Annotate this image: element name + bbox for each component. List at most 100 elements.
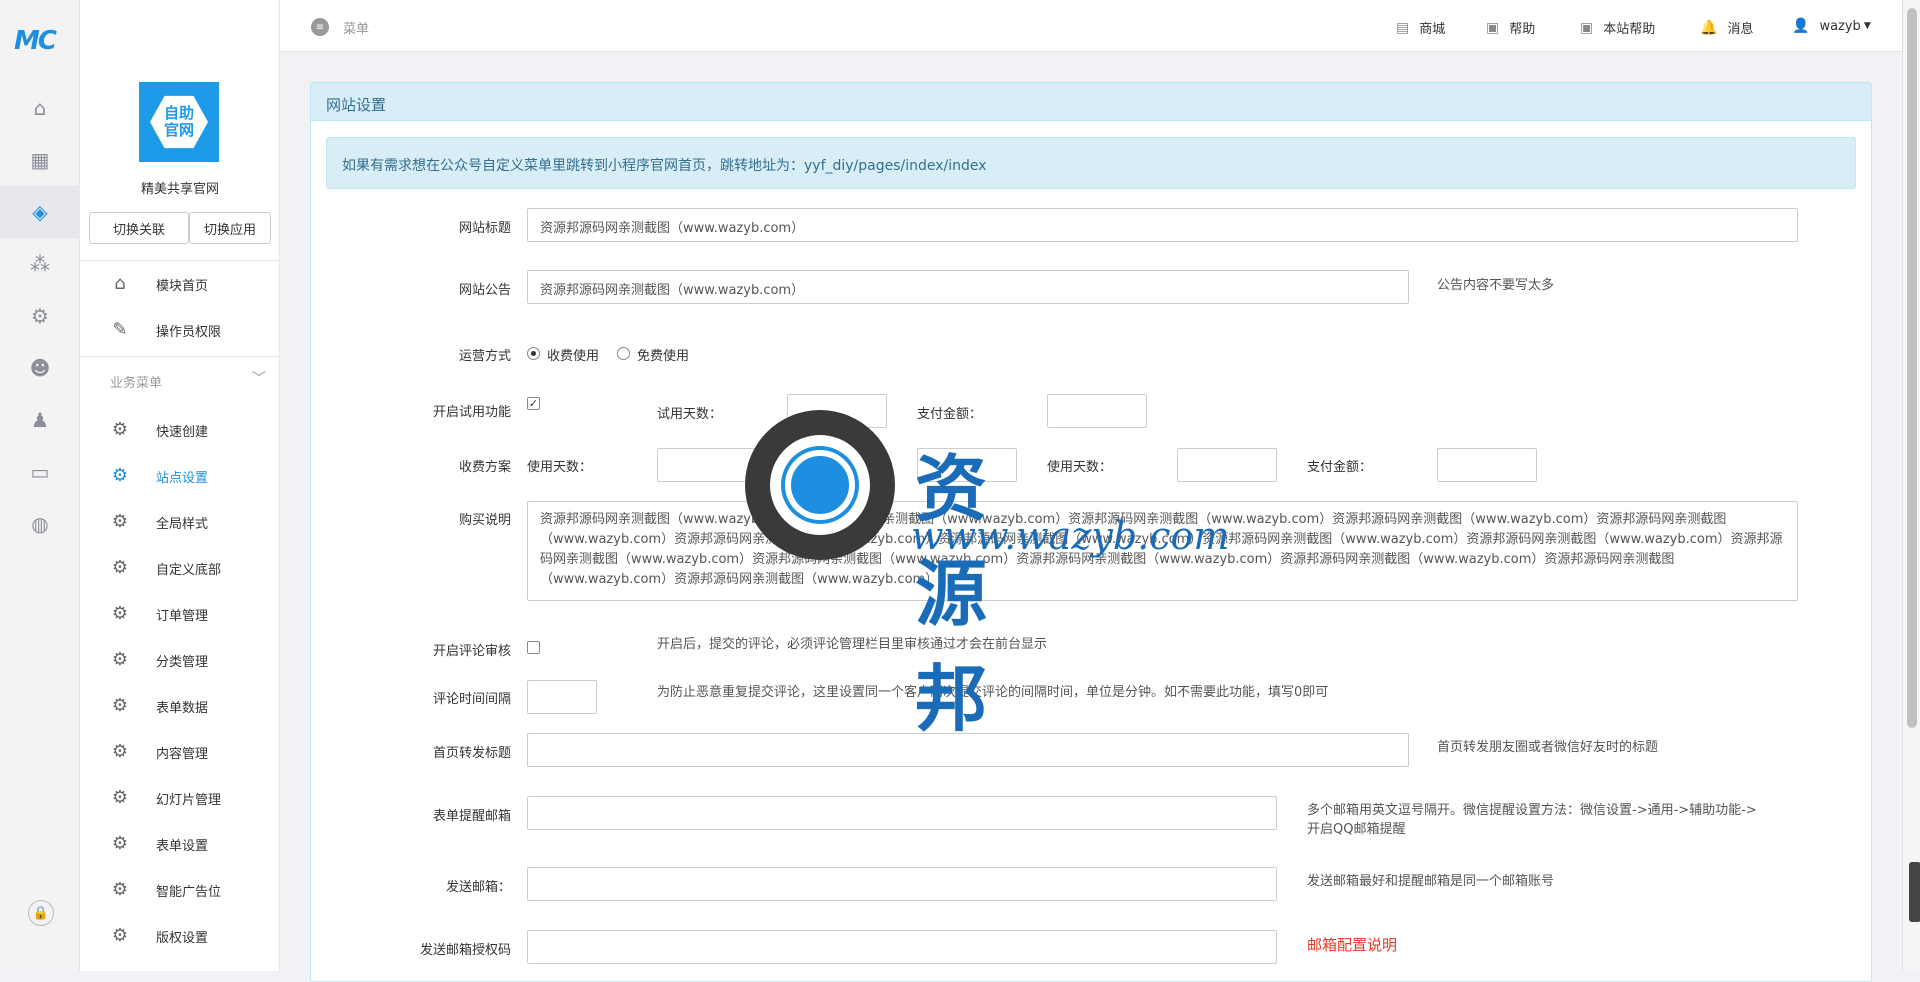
gear-icon: ⚙ <box>111 465 129 486</box>
send-mail-input[interactable] <box>527 867 1277 901</box>
app-logo-text: 自助官网 <box>150 95 208 149</box>
gear-icon: ⚙ <box>111 833 129 854</box>
sidebar-item-label: 自定义底部 <box>156 562 222 578</box>
switch-relation-button[interactable]: 切换关联 <box>89 212 189 244</box>
sidebar-item-site-settings[interactable]: ⚙ 站点设置 <box>80 456 280 496</box>
notice-label: 网站公告 <box>458 283 511 298</box>
sidebar-item-label: 订单管理 <box>156 608 209 624</box>
watermark-url: www.wazyb.com <box>911 514 1230 558</box>
monitor-icon[interactable]: ▭ <box>0 446 80 498</box>
page-scrollbar[interactable] <box>1902 0 1920 971</box>
help-link[interactable]: ▣ 帮助 <box>1486 18 1535 38</box>
chevron-down-icon[interactable]: ﹀ <box>252 368 266 388</box>
sidebar-item-custom-footer[interactable]: ⚙ 自定义底部 <box>80 548 280 588</box>
sidebar-item-orders[interactable]: ⚙ 订单管理 <box>80 594 280 634</box>
users-icon[interactable]: ☻ <box>0 342 80 394</box>
notice-hint: 公告内容不要写太多 <box>1437 278 1555 293</box>
divider <box>80 356 280 357</box>
settings-icon[interactable]: ⚙ <box>0 290 80 342</box>
user-menu[interactable]: 👤 wazyb ▼ <box>1792 18 1871 34</box>
share-title-hint: 首页转发朋友圈或者微信好友时的标题 <box>1437 740 1659 755</box>
sidebar-item-module-home[interactable]: ⌂ 模块首页 <box>80 264 280 304</box>
doc-edit-icon: ✎ <box>112 319 128 340</box>
gear-icon: ⚙ <box>111 419 129 440</box>
sidebar-item-categories[interactable]: ⚙ 分类管理 <box>80 640 280 680</box>
notice-input[interactable]: 资源邦源码网亲测截图（www.wazyb.com） <box>527 270 1409 304</box>
sidebar-item-global-style[interactable]: ⚙ 全局样式 <box>80 502 280 542</box>
send-mail-label: 发送邮箱： <box>445 880 511 895</box>
trial-pay-label: 支付金额： <box>917 407 983 422</box>
site-help-link[interactable]: ▣ 本站帮助 <box>1580 18 1656 38</box>
gear-icon: ⚙ <box>111 879 129 900</box>
sidebar-item-quick-create[interactable]: ⚙ 快速创建 <box>80 410 280 450</box>
sidebar-item-label: 幻灯片管理 <box>156 792 222 808</box>
mode-free-radio[interactable] <box>617 347 630 360</box>
mode-free-label: 免费使用 <box>637 349 690 364</box>
form-mail-hint: 多个邮箱用英文逗号隔开。微信提醒设置方法：微信设置->通用->辅助功能-> <box>1307 803 1757 818</box>
send-mail-hint: 发送邮箱最好和提醒邮箱是同一个邮箱账号 <box>1307 874 1555 889</box>
bell-icon: 🔔 <box>1700 19 1718 36</box>
sidebar-item-label: 内容管理 <box>156 746 209 762</box>
auth-code-input[interactable] <box>527 930 1277 964</box>
plan-use-days-input-2[interactable] <box>1177 448 1277 482</box>
store-link[interactable]: ▤ 商城 <box>1396 18 1445 38</box>
apps-icon[interactable]: ▦ <box>0 134 80 186</box>
sidebar-item-operator-permissions[interactable]: ✎ 操作员权限 <box>80 310 280 350</box>
sidebar-item-label: 操作员权限 <box>156 324 222 340</box>
sidebar-item-label: 版权设置 <box>156 930 209 946</box>
side-handle[interactable] <box>1909 862 1920 922</box>
cube-icon[interactable]: ◈ <box>0 186 80 238</box>
interval-label: 评论时间间隔 <box>432 692 511 707</box>
gear-icon: ⚙ <box>111 603 129 624</box>
brand-logo[interactable]: MC <box>14 26 57 56</box>
site-title-label: 网站标题 <box>458 221 511 236</box>
menu-icon[interactable]: ≡ <box>311 18 329 36</box>
lock-icon[interactable]: 🔒 <box>28 900 54 926</box>
admin-icon[interactable]: ♟ <box>0 394 80 446</box>
sidebar-item-form-data[interactable]: ⚙ 表单数据 <box>80 686 280 726</box>
gear-icon: ⚙ <box>111 925 129 946</box>
info-alert: 如果有需求想在公众号自定义菜单里跳转到小程序官网首页，跳转地址为：yyf_diy… <box>326 137 1856 189</box>
sidebar-item-slides[interactable]: ⚙ 幻灯片管理 <box>80 778 280 818</box>
globe-icon[interactable]: ◍ <box>0 498 80 550</box>
site-title-input[interactable]: 资源邦源码网亲测截图（www.wazyb.com） <box>527 208 1798 242</box>
sidebar-item-label: 模块首页 <box>156 278 209 294</box>
divider <box>80 260 280 261</box>
form-mail-label: 表单提醒邮箱 <box>432 809 511 824</box>
app-logo: 自助官网 <box>139 82 219 162</box>
mail-config-link[interactable]: 邮箱配置说明 <box>1307 934 1397 955</box>
menu-label[interactable]: 菜单 <box>343 18 369 37</box>
form-mail-input[interactable] <box>527 796 1277 830</box>
gear-icon: ⚙ <box>111 557 129 578</box>
user-icon: 👤 <box>1792 18 1810 34</box>
sidebar-item-content[interactable]: ⚙ 内容管理 <box>80 732 280 772</box>
watermark-gear-icon <box>745 410 895 560</box>
sidebar-item-ad-slots[interactable]: ⚙ 智能广告位 <box>80 870 280 910</box>
share-title-label: 首页转发标题 <box>432 746 511 761</box>
group-label: 业务菜单 <box>110 376 163 391</box>
mode-paid-label: 收费使用 <box>547 349 600 364</box>
sidebar-item-label: 站点设置 <box>156 470 209 486</box>
switch-app-button[interactable]: 切换应用 <box>189 212 271 244</box>
scrollbar-thumb[interactable] <box>1907 8 1917 728</box>
form-mail-hint-2: 开启QQ邮箱提醒 <box>1307 822 1406 837</box>
plan-pay-input-2[interactable] <box>1437 448 1537 482</box>
review-checkbox[interactable] <box>527 641 540 654</box>
home-icon[interactable]: ⌂ <box>0 82 80 134</box>
site-help-link-label: 本站帮助 <box>1603 22 1656 37</box>
plan-use-days-input[interactable] <box>657 448 757 482</box>
modules-icon[interactable]: ⁂ <box>0 238 80 290</box>
messages-link[interactable]: 🔔 消息 <box>1700 18 1753 38</box>
mode-paid-radio[interactable] <box>527 347 540 360</box>
sidebar-item-copyright[interactable]: ⚙ 版权设置 <box>80 916 280 956</box>
sidebar-item-label: 表单数据 <box>156 700 209 716</box>
sidebar-item-form-settings[interactable]: ⚙ 表单设置 <box>80 824 280 864</box>
caret-down-icon: ▼ <box>1863 21 1871 31</box>
plan-label: 收费方案 <box>458 460 511 475</box>
trial-pay-input[interactable] <box>1047 394 1147 428</box>
review-label: 开启评论审核 <box>432 644 511 659</box>
gear-icon: ⚙ <box>111 741 129 762</box>
interval-input[interactable] <box>527 680 597 714</box>
trial-checkbox[interactable]: ✓ <box>527 397 540 410</box>
panel-title: 网站设置 <box>311 83 1871 121</box>
